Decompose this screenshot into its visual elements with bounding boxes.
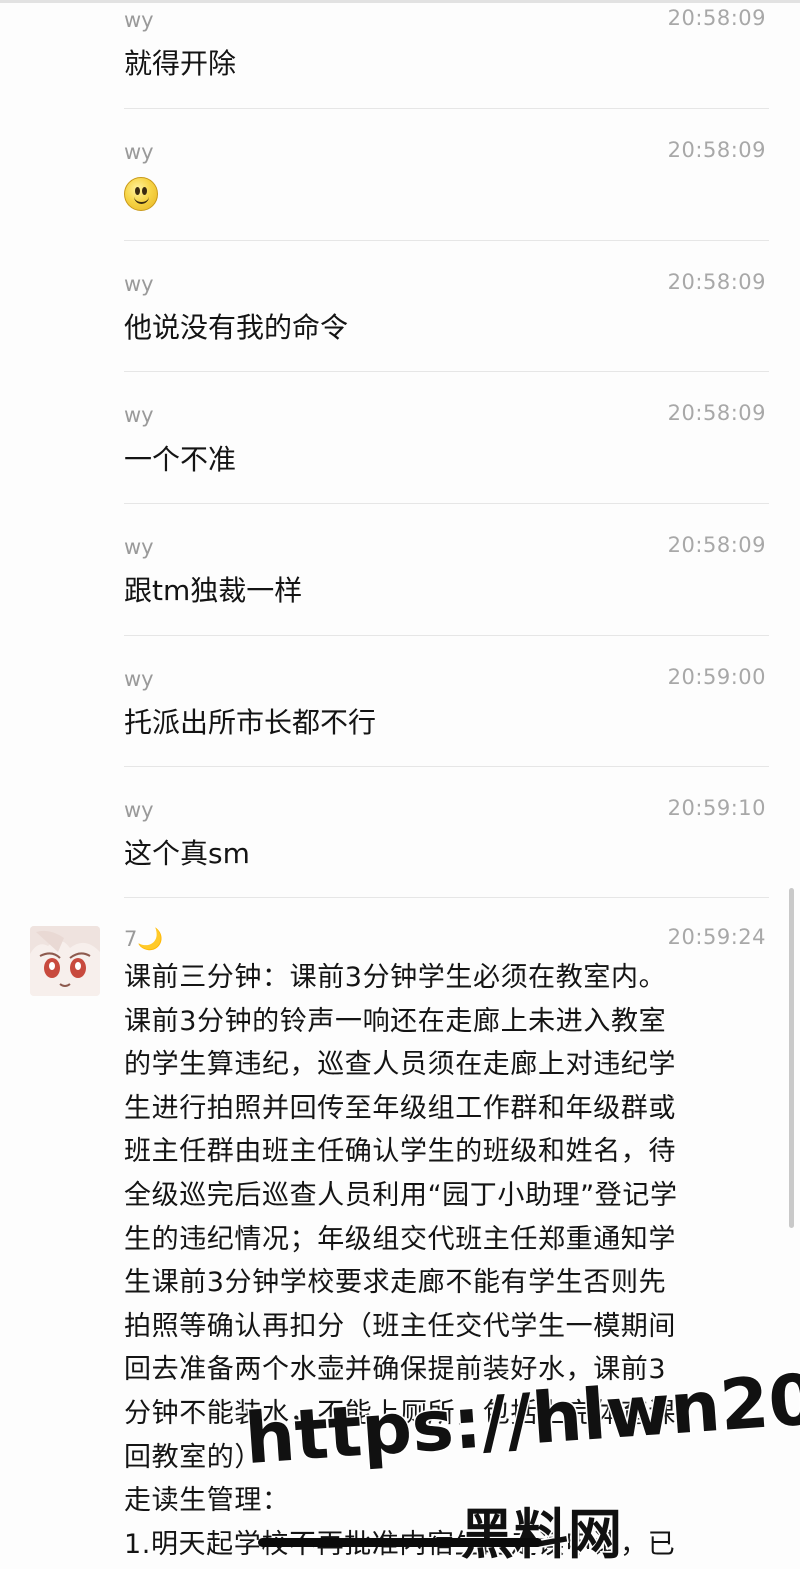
top-divider	[0, 0, 800, 3]
message-time: 20:58:09	[667, 6, 766, 30]
message-text: 一个不准	[124, 443, 237, 476]
text-line: 生的违纪情况；年级组交代班主任郑重通知学	[124, 1223, 676, 1255]
scrollbar[interactable]	[789, 888, 794, 1228]
message-text: 托派出所市长都不行	[124, 706, 377, 739]
sender-name: wy	[124, 272, 154, 296]
message-divider	[124, 635, 769, 636]
sender-name: wy	[124, 667, 154, 691]
message-time: 20:58:09	[667, 138, 766, 162]
text-line: 课前3分钟的铃声一响还在走廊上未进入教室	[124, 1005, 667, 1037]
text-line: 班主任群由班主任确认学生的班级和姓名，待	[124, 1136, 676, 1168]
sender-name: wy	[124, 535, 154, 559]
sender-name: wy	[124, 8, 154, 32]
message-time: 20:59:00	[667, 665, 766, 689]
message-time: 20:59:10	[667, 796, 766, 820]
text-line: 的学生算违纪，巡查人员须在走廊上对违纪学	[124, 1049, 676, 1081]
message-text: 就得开除	[124, 47, 237, 80]
message-divider	[124, 108, 769, 109]
message-time: 20:58:09	[667, 401, 766, 425]
text-line: 拍照等确认再扣分（班主任交代学生一模期间	[124, 1310, 676, 1342]
message-divider	[124, 766, 769, 767]
text-line: 全级巡完后巡查人员利用“园丁小助理”登记学	[124, 1179, 678, 1211]
message-text: 跟tm独裁一样	[124, 574, 303, 607]
sender-name: wy	[124, 403, 154, 427]
watermark-name: 黑料网	[459, 1502, 624, 1568]
message-divider	[124, 503, 769, 504]
message-time: 20:58:09	[667, 533, 766, 557]
text-line: 课前三分钟：课前3分钟学生必须在教室内。	[124, 962, 667, 993]
message-divider	[124, 371, 769, 372]
message-time: 20:58:09	[667, 270, 766, 294]
sender-name: wy	[124, 798, 154, 822]
chat-message-long[interactable]: 7🌙 20:59:24	[124, 897, 768, 957]
sender-name: wy	[124, 140, 154, 164]
message-text: 他说没有我的命令	[124, 311, 349, 344]
home-indicator[interactable]	[258, 1538, 542, 1547]
message-divider	[124, 240, 769, 241]
anime-avatar-icon	[30, 926, 100, 996]
sender-name: 7🌙	[124, 927, 164, 951]
avatar[interactable]	[30, 926, 100, 996]
message-text: 这个真sm	[124, 837, 250, 870]
text-line: 生进行拍照并回传至年级组工作群和年级群或	[124, 1092, 676, 1124]
message-time: 20:59:24	[667, 925, 766, 949]
smiley-emoji-icon	[124, 177, 158, 211]
text-line: 生课前3分钟学校要求走廊不能有学生否则先	[124, 1267, 667, 1299]
